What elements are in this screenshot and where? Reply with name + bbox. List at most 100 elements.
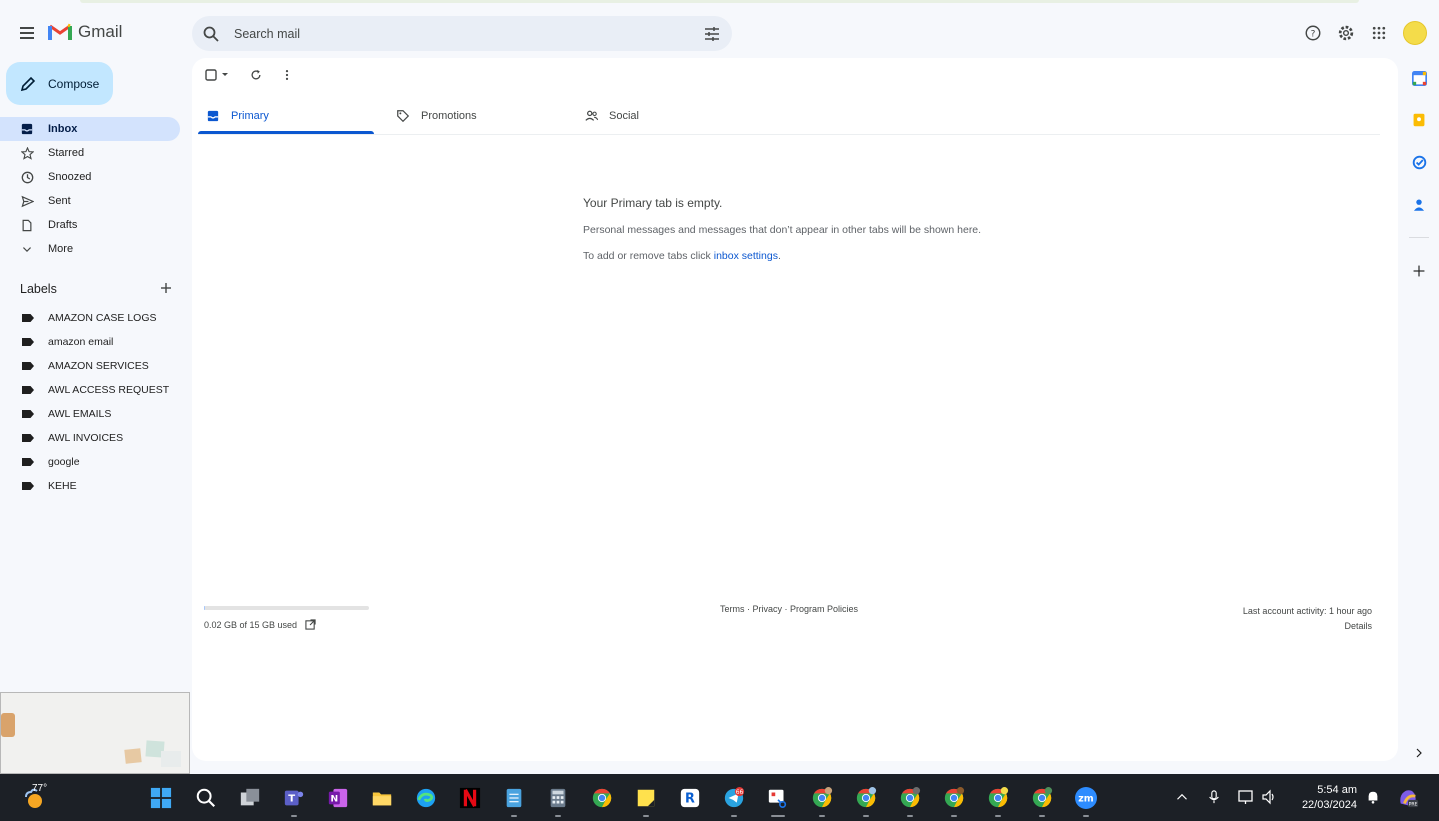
- inbox-settings-link[interactable]: inbox settings: [714, 250, 778, 262]
- settings-gear-icon[interactable]: [1336, 23, 1356, 43]
- task-view-icon[interactable]: [237, 785, 263, 811]
- label-item[interactable]: google: [0, 452, 180, 472]
- calendar-app-icon[interactable]: [1410, 69, 1428, 87]
- sticky-notes-icon[interactable]: [633, 785, 659, 817]
- calculator-icon[interactable]: [545, 785, 571, 817]
- copilot-icon[interactable]: PRE: [1396, 786, 1420, 810]
- category-tabs: Primary Promotions Social: [198, 98, 1380, 135]
- activity-details-link[interactable]: Details: [1243, 619, 1372, 634]
- chrome-profile-icon[interactable]: [985, 785, 1011, 817]
- nav-label: More: [48, 243, 74, 255]
- tab-primary[interactable]: Primary: [205, 98, 269, 134]
- compose-label: Compose: [48, 76, 100, 91]
- expand-side-panel-icon[interactable]: [1410, 744, 1428, 762]
- select-all-checkbox[interactable]: [204, 68, 232, 82]
- volume-icon[interactable]: [1261, 789, 1277, 805]
- zoom-icon[interactable]: zm: [1073, 785, 1099, 817]
- more-options-icon[interactable]: [280, 68, 294, 82]
- compose-button[interactable]: Compose: [6, 62, 113, 105]
- nav-item-drafts[interactable]: Drafts: [0, 213, 180, 237]
- search-input[interactable]: Search mail: [234, 27, 704, 41]
- account-avatar[interactable]: [1403, 21, 1427, 45]
- start-icon[interactable]: [148, 785, 174, 811]
- search-icon[interactable]: [202, 25, 220, 43]
- label-item[interactable]: AWL ACCESS REQUEST: [0, 380, 180, 400]
- network-icon[interactable]: [1238, 789, 1254, 805]
- taskbar-search-icon[interactable]: [193, 785, 219, 811]
- chrome-profile-icon[interactable]: [897, 785, 923, 817]
- gmail-logo[interactable]: Gmail: [48, 22, 122, 42]
- empty-title: Your Primary tab is empty.: [583, 196, 723, 210]
- nav-label: Drafts: [48, 219, 78, 231]
- empty-subtitle: Personal messages and messages that don’…: [583, 224, 982, 236]
- help-icon[interactable]: ?: [1303, 23, 1323, 43]
- chrome-profile-icon[interactable]: [853, 785, 879, 817]
- label-name: google: [48, 456, 80, 468]
- app-name: Gmail: [78, 22, 123, 41]
- open-external-icon[interactable]: [305, 619, 316, 630]
- chrome-profile-icon[interactable]: [1029, 785, 1055, 817]
- account-activity: Last account activity: 1 hour ago Detail…: [1243, 604, 1372, 634]
- search-options-icon[interactable]: [704, 26, 720, 42]
- chrome-icon[interactable]: [589, 785, 615, 811]
- footer-links[interactable]: Terms · Privacy · Program Policies: [720, 604, 858, 614]
- contacts-app-icon[interactable]: [1410, 195, 1428, 213]
- label-item[interactable]: AMAZON SERVICES: [0, 356, 180, 376]
- star-icon: [20, 146, 34, 160]
- notepad-icon[interactable]: [501, 785, 527, 817]
- file-explorer-icon[interactable]: [369, 785, 395, 811]
- telegram-icon[interactable]: 66: [721, 785, 747, 817]
- label-name: AMAZON SERVICES: [48, 360, 149, 372]
- nav-label: Snoozed: [48, 171, 92, 183]
- teams-icon[interactable]: T: [281, 785, 307, 817]
- active-tab-indicator: [198, 131, 374, 134]
- refresh-icon[interactable]: [249, 68, 263, 82]
- nav-item-starred[interactable]: Starred: [0, 141, 180, 165]
- netflix-icon[interactable]: [457, 785, 483, 811]
- snipping-tool-icon[interactable]: [765, 785, 791, 817]
- inbox-icon: [205, 108, 221, 124]
- labels-heading: Labels: [20, 282, 57, 296]
- draft-icon: [20, 218, 34, 232]
- label-item[interactable]: KEHE: [0, 476, 180, 496]
- chrome-profile-icon[interactable]: [941, 785, 967, 817]
- chrome-profile-icon[interactable]: [809, 785, 835, 817]
- apps-grid-icon[interactable]: [1369, 23, 1389, 43]
- send-icon: [20, 194, 34, 208]
- label-item[interactable]: AMAZON CASE LOGS: [0, 308, 180, 328]
- mail-list-panel: Primary Promotions Social Your Primary t…: [192, 58, 1398, 761]
- svg-text:zm: zm: [1078, 794, 1094, 805]
- tasks-app-icon[interactable]: [1410, 153, 1428, 171]
- clock-icon: [20, 170, 34, 184]
- svg-text:?: ?: [1311, 30, 1316, 40]
- label-name: AWL EMAILS: [48, 408, 112, 420]
- notification-bell-icon[interactable]: [1365, 789, 1381, 805]
- svg-text:N: N: [330, 794, 338, 805]
- rayo-app-icon[interactable]: R: [677, 785, 703, 811]
- label-item[interactable]: AWL INVOICES: [0, 428, 180, 448]
- keep-app-icon[interactable]: [1410, 111, 1428, 129]
- video-thumbnail[interactable]: [0, 692, 190, 774]
- onenote-icon[interactable]: N: [325, 785, 351, 811]
- tab-promotions[interactable]: Promotions: [395, 98, 477, 134]
- get-addons-plus-icon[interactable]: [1410, 262, 1428, 280]
- telegram-badge: 66: [736, 789, 744, 796]
- nav-item-sent[interactable]: Sent: [0, 189, 180, 213]
- label-item[interactable]: AWL EMAILS: [0, 404, 180, 424]
- edge-browser-icon[interactable]: [413, 785, 439, 811]
- label-tag-icon: [22, 482, 34, 490]
- nav-item-more[interactable]: More: [0, 237, 180, 261]
- nav-item-inbox[interactable]: Inbox: [0, 117, 180, 141]
- show-hidden-icons-chevron-icon[interactable]: [1174, 789, 1190, 805]
- system-clock[interactable]: 5:54 am 22/03/2024: [1302, 783, 1357, 813]
- search-bar[interactable]: Search mail: [192, 16, 732, 51]
- tab-social[interactable]: Social: [583, 98, 639, 134]
- label-tag-icon: [22, 362, 34, 370]
- main-menu-button[interactable]: [14, 20, 40, 46]
- add-label-icon[interactable]: [159, 281, 173, 295]
- label-item[interactable]: amazon email: [0, 332, 180, 352]
- empty-settings-hint: To add or remove tabs click inbox settin…: [583, 250, 981, 262]
- label-tag-icon: [22, 338, 34, 346]
- microphone-icon[interactable]: [1206, 789, 1222, 805]
- nav-item-snoozed[interactable]: Snoozed: [0, 165, 180, 189]
